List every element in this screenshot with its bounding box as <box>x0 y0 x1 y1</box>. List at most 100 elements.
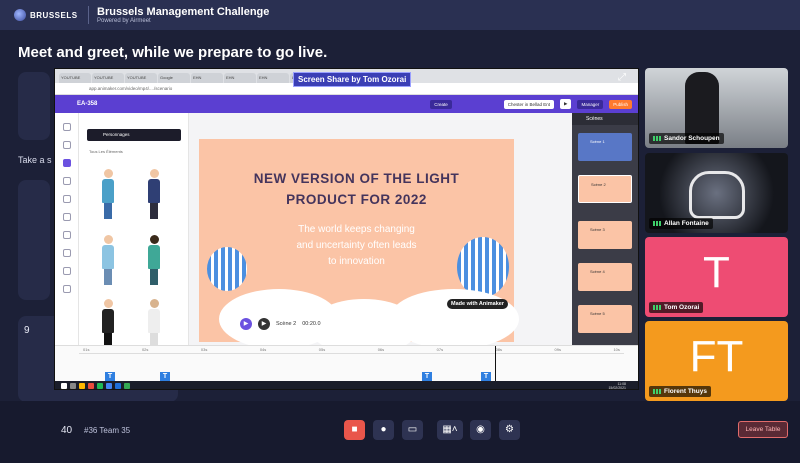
expand-icon[interactable]: ⤢ <box>616 72 628 84</box>
layout-icon[interactable]: ▦˄ <box>437 420 463 440</box>
characters-tab[interactable]: Personnages <box>87 129 181 141</box>
app-icon[interactable] <box>115 383 121 389</box>
gear-icon[interactable]: ⚙ <box>499 420 520 440</box>
image-icon[interactable] <box>62 213 71 221</box>
background-card <box>18 72 50 140</box>
play-scene-icon[interactable]: ▶ <box>258 318 270 330</box>
template-icon[interactable] <box>62 141 71 149</box>
stage-title-line: NEW VERSION OF THE LIGHT <box>253 171 460 186</box>
canvas-stage[interactable]: NEW VERSION OF THE LIGHT PRODUCT FOR 202… <box>199 139 519 355</box>
background-card <box>18 180 50 300</box>
screen-share-label: Screen Share by Tom Ozorai <box>293 72 412 87</box>
participant-tile[interactable]: FT Florent Thuys <box>645 321 788 401</box>
timeline[interactable]: 01s 02s 03s 04s 05s 06s 07s 08s 09s 10s … <box>55 345 638 382</box>
scene-playback-bar: ▶ ▶ Scène 2 00:20.0 <box>240 318 321 330</box>
scene-thumb-active[interactable]: Scène 2 <box>578 175 632 203</box>
props-icon[interactable] <box>62 177 71 185</box>
bg-icon[interactable] <box>62 249 71 257</box>
character-thumb[interactable] <box>101 299 115 351</box>
browser-tab[interactable]: EHN <box>257 73 289 83</box>
upgrade-button[interactable]: Chester in Bellad Ent <box>503 99 554 109</box>
table-number: 9 <box>24 325 30 336</box>
video-icon[interactable] <box>62 231 71 239</box>
signal-icon <box>653 305 661 310</box>
screen-share-window[interactable]: YOUTUBE YOUTUBE YOUTUBE Google EHN EHN E… <box>54 68 639 390</box>
text-icon[interactable] <box>62 195 71 203</box>
scene-thumb[interactable]: Scène 1 <box>578 133 632 161</box>
music-icon[interactable] <box>62 267 71 275</box>
stage-title-line: PRODUCT FOR 2022 <box>286 192 427 207</box>
project-name[interactable]: EA-358 <box>77 101 97 107</box>
scenes-panel: Scènes Scène 1 Scène 2 Scène 3 Scène 4 S… <box>572 113 638 369</box>
folder-icon[interactable] <box>79 383 85 389</box>
stage-title: NEW VERSION OF THE LIGHT PRODUCT FOR 202… <box>199 168 514 210</box>
timeline-tick: 03s <box>200 347 208 352</box>
participant-label: Tom Ozorai <box>649 302 704 313</box>
character-thumb[interactable] <box>147 299 161 351</box>
search-icon[interactable] <box>70 383 76 389</box>
balloon-graphic <box>207 247 247 291</box>
windows-icon[interactable] <box>61 383 67 389</box>
browser-tab[interactable]: EHN <box>224 73 256 83</box>
browser-tab[interactable]: EHN <box>191 73 223 83</box>
event-subtitle: Powered by Airmeet <box>97 18 151 24</box>
leave-table-button[interactable]: Leave Table <box>738 421 788 438</box>
chat-icon[interactable]: ◉ <box>470 420 491 440</box>
browser-tab[interactable]: YOUTUBE <box>92 73 124 83</box>
mic-icon[interactable]: ● <box>373 420 394 440</box>
logo-text: BRUSSELS <box>30 10 78 20</box>
timeline-tick: 08s <box>495 347 503 352</box>
character-thumb[interactable] <box>147 169 161 221</box>
participant-name: Sandor Schoupen <box>664 135 720 142</box>
timeline-tick: 05s <box>318 347 326 352</box>
participant-tile[interactable]: Allan Fontaine <box>645 153 788 233</box>
participant-label: Florent Thuys <box>649 386 711 397</box>
characters-subtitle: Tous Les Éléments <box>89 149 123 154</box>
chrome-icon[interactable] <box>106 383 112 389</box>
timeline-playhead[interactable] <box>495 346 496 382</box>
browser-tab[interactable]: Google <box>158 73 190 83</box>
participant-label: Sandor Schoupen <box>649 133 724 144</box>
timeline-tick: 04s <box>259 347 267 352</box>
scene-label: Scène 2 <box>276 321 297 327</box>
preview-button[interactable]: ▶ <box>560 99 572 109</box>
share-screen-icon[interactable]: ▭ <box>402 420 423 440</box>
participant-initials: T <box>703 248 730 297</box>
event-logo[interactable]: BRUSSELS <box>14 9 80 21</box>
participant-name: Florent Thuys <box>664 388 707 395</box>
os-taskbar: 11:08 15/02/2021 <box>55 381 638 389</box>
search-icon[interactable] <box>62 123 71 131</box>
participant-tile[interactable]: T Tom Ozorai <box>645 237 788 317</box>
participant-tile[interactable]: Sandor Schoupen <box>645 68 788 148</box>
balloon-graphic <box>457 237 509 297</box>
browser-tab[interactable]: YOUTUBE <box>59 73 91 83</box>
app-icon[interactable] <box>88 383 94 389</box>
signal-icon <box>653 136 661 141</box>
stage-body-line: The world keeps changing <box>298 224 415 235</box>
character-thumb[interactable] <box>101 169 115 221</box>
manager-button[interactable]: Manager <box>577 99 604 109</box>
cloud-graphic <box>389 289 519 349</box>
character-thumb[interactable] <box>147 235 161 287</box>
app-icon[interactable] <box>124 383 130 389</box>
spotify-icon[interactable] <box>97 383 103 389</box>
scene-time: 00:20.0 <box>302 321 321 327</box>
scene-thumb[interactable]: Scène 4 <box>578 263 632 291</box>
scene-thumb[interactable]: Scène 5 <box>578 305 632 333</box>
browser-tab[interactable]: YOUTUBE <box>125 73 157 83</box>
participant-initials: FT <box>689 332 744 381</box>
create-button[interactable]: Create <box>430 99 452 109</box>
participant-name: Allan Fontaine <box>664 220 709 227</box>
participant-label: Allan Fontaine <box>649 218 713 229</box>
timeline-tick: 10s <box>613 347 620 352</box>
publish-button[interactable]: Publish <box>609 99 632 109</box>
event-title: Brussels Management Challenge <box>97 6 270 18</box>
video-off-icon[interactable]: ■ <box>344 420 365 440</box>
characters-panel: Personnages Tous Les Éléments <box>79 113 189 369</box>
upload-icon[interactable] <box>62 285 71 293</box>
character-thumb[interactable] <box>101 235 115 287</box>
play-icon[interactable]: ▶ <box>240 318 252 330</box>
take-seat-text: Take a s <box>18 155 52 165</box>
character-icon[interactable] <box>62 159 71 167</box>
scene-thumb[interactable]: Scène 3 <box>578 221 632 249</box>
